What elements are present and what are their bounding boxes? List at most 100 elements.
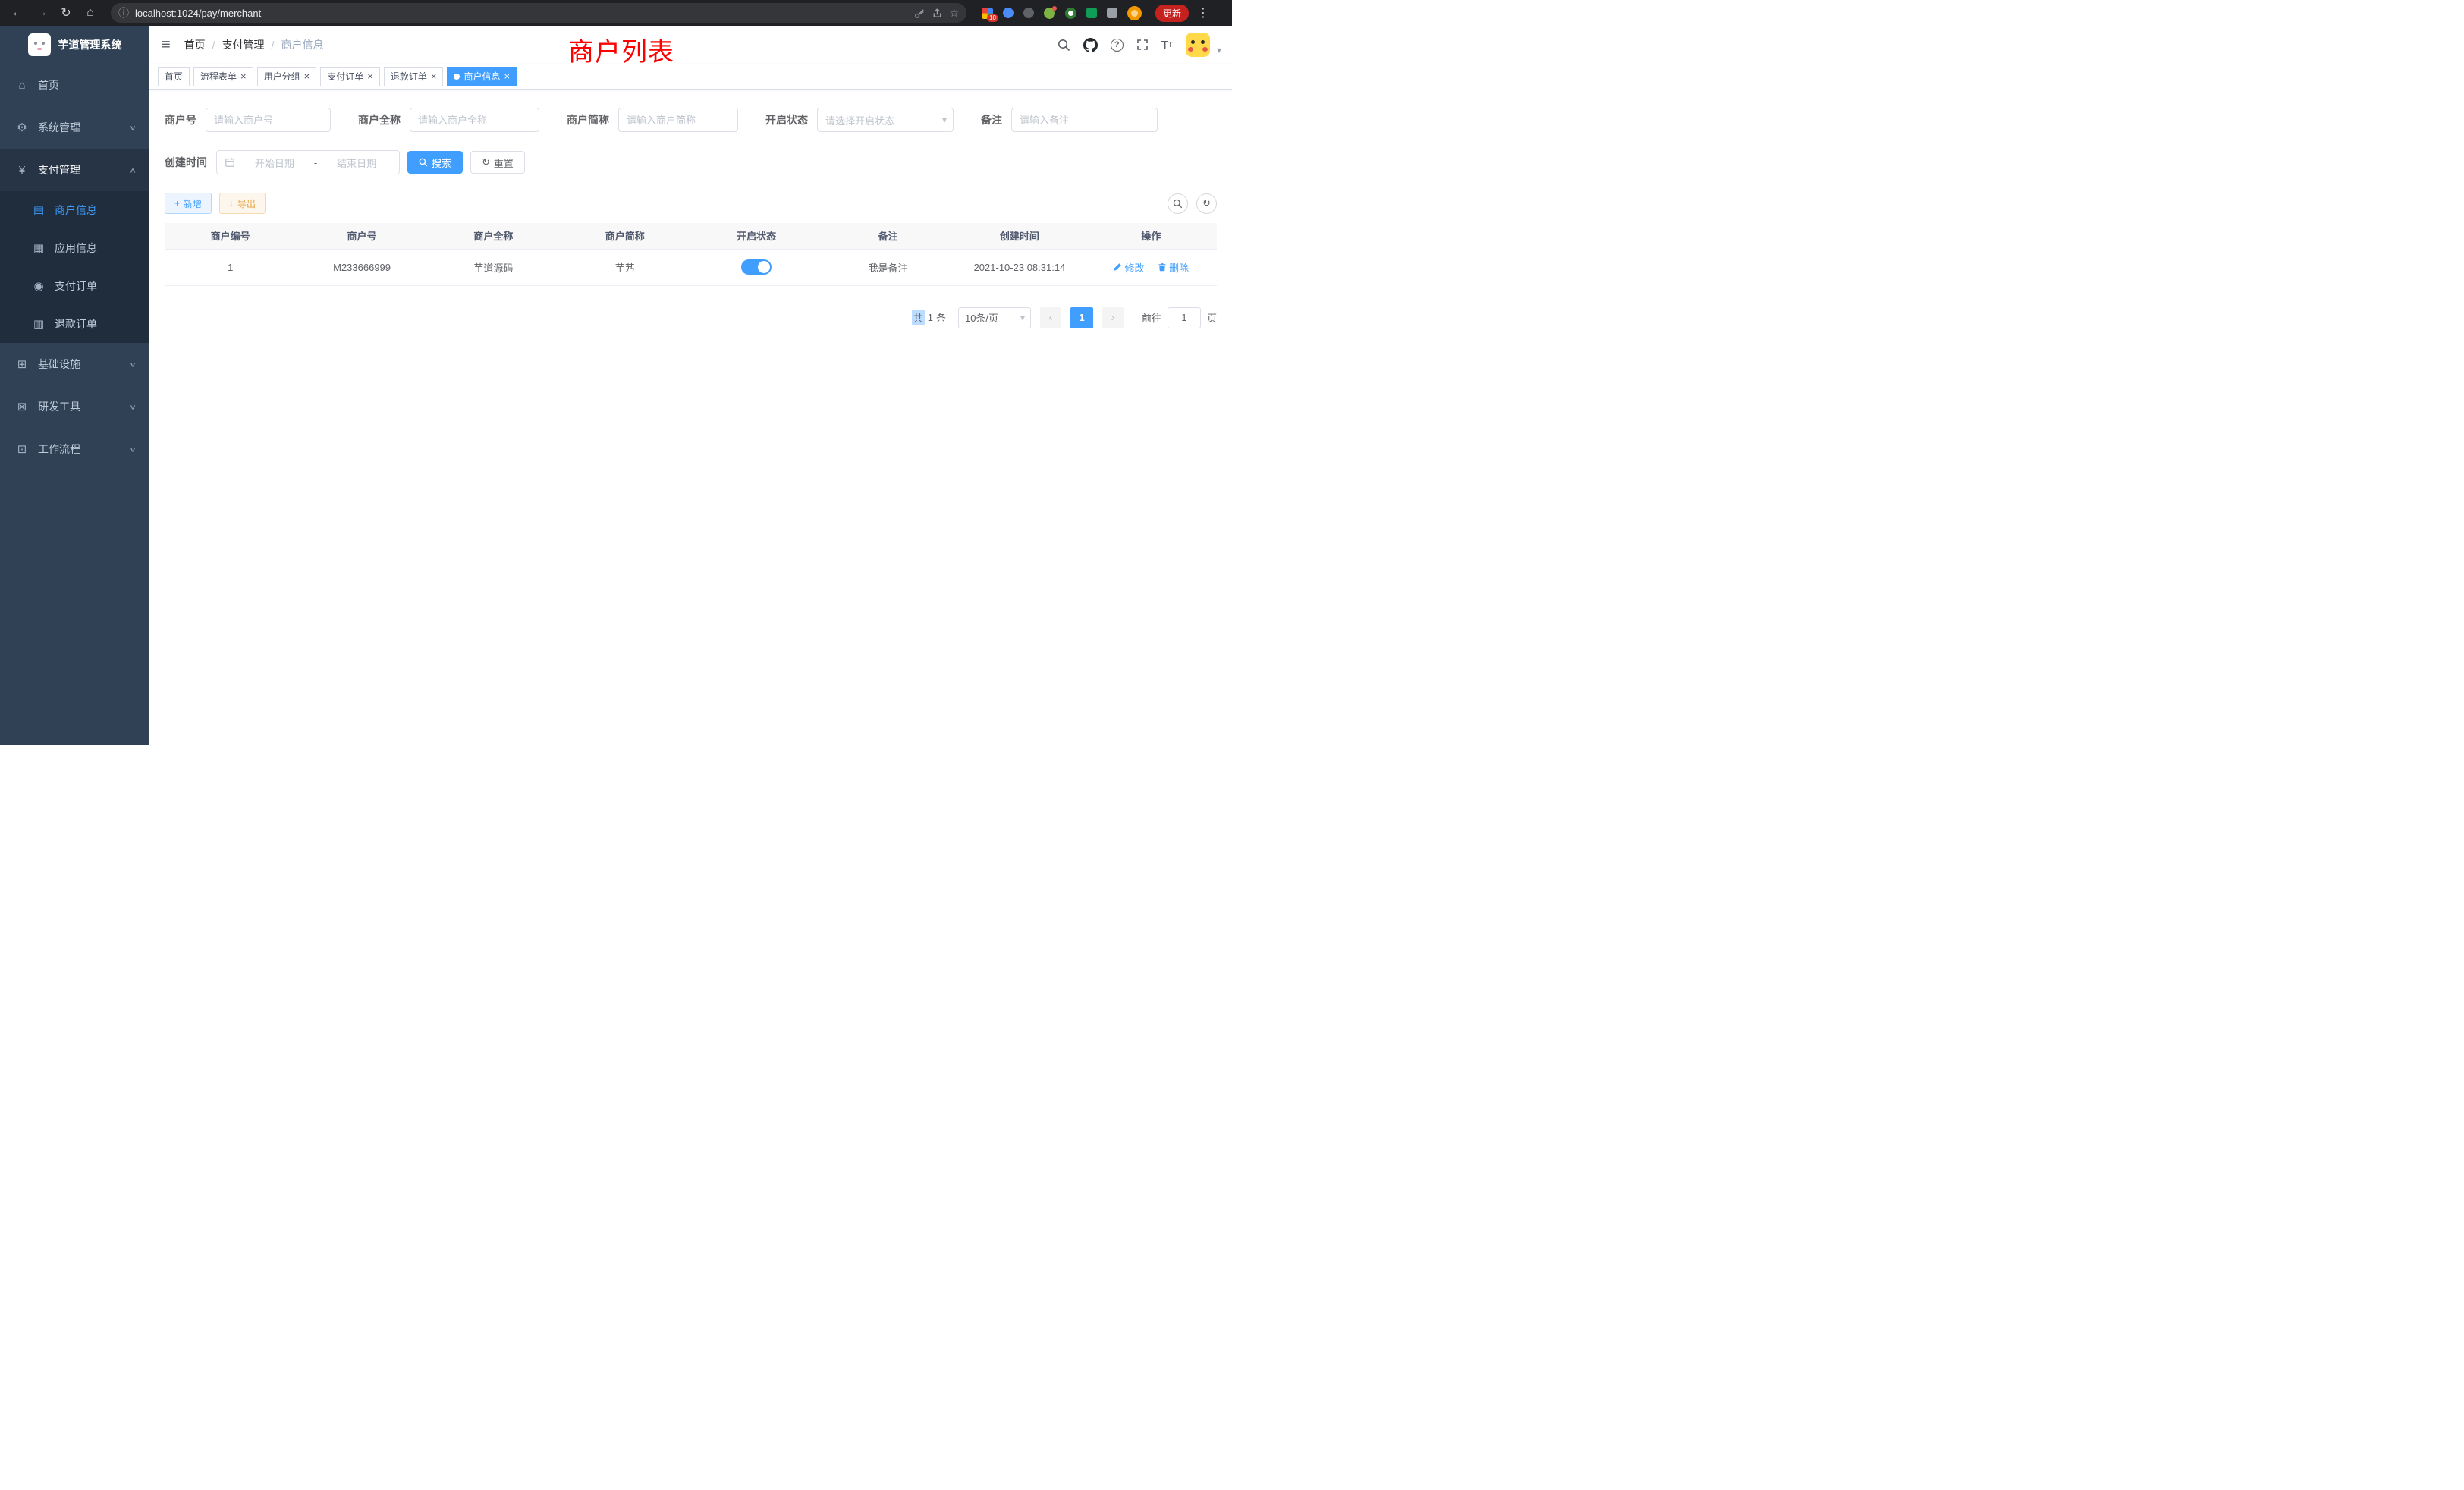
merchant-no-input[interactable]: [206, 108, 331, 132]
page-size-select[interactable]: 10条/页 ▾: [958, 307, 1031, 328]
document-icon: ▥: [32, 317, 46, 331]
extension-badge: 10: [987, 14, 998, 22]
sidebar-item-infrastructure[interactable]: ⊞ 基础设施 ∨: [0, 343, 149, 385]
breadcrumb-home[interactable]: 首页: [184, 37, 206, 52]
browser-update-button[interactable]: 更新: [1155, 5, 1189, 22]
breadcrumb-payment[interactable]: 支付管理: [222, 37, 265, 52]
bookmark-star-icon[interactable]: ☆: [949, 7, 959, 20]
next-page-button[interactable]: ›: [1102, 307, 1124, 328]
status-toggle[interactable]: [741, 259, 772, 275]
col-header: 操作: [1086, 223, 1217, 249]
toggle-search-button[interactable]: [1168, 193, 1188, 214]
extension-icon[interactable]: [1003, 8, 1014, 18]
sidebar-collapse-icon[interactable]: ≡: [162, 36, 171, 54]
close-icon[interactable]: ×: [431, 71, 437, 81]
col-header: 备注: [822, 223, 954, 249]
browser-home-icon[interactable]: ⌂: [80, 3, 100, 23]
close-icon[interactable]: ×: [367, 71, 373, 81]
sidebar-item-pay-order[interactable]: ◉ 支付订单: [0, 267, 149, 305]
breadcrumb: 首页 / 支付管理 / 商户信息: [184, 37, 324, 52]
close-icon[interactable]: ×: [304, 71, 310, 81]
extension-icon[interactable]: 10: [982, 8, 993, 19]
sidebar-item-refund-order[interactable]: ▥ 退款订单: [0, 305, 149, 343]
sidebar-item-home[interactable]: ⌂ 首页: [0, 64, 149, 106]
password-key-icon[interactable]: [914, 8, 926, 19]
sidebar-item-merchant-info[interactable]: ▤ 商户信息: [0, 191, 149, 229]
page-number-button[interactable]: 1: [1070, 307, 1093, 328]
edit-link-label: 修改: [1124, 260, 1144, 275]
back-icon[interactable]: ←: [8, 3, 27, 23]
refresh-icon: ↻: [1202, 197, 1211, 209]
font-size-icon[interactable]: TT: [1161, 39, 1173, 52]
close-icon[interactable]: ×: [240, 71, 247, 81]
date-separator: -: [314, 157, 317, 168]
extension-icon[interactable]: [1023, 8, 1034, 18]
edit-link[interactable]: 修改: [1113, 260, 1144, 275]
goto-page-input[interactable]: [1168, 307, 1201, 328]
monitor-icon: ⊞: [15, 357, 29, 371]
remark-input[interactable]: [1011, 108, 1158, 132]
sidebar-item-payment[interactable]: ¥ 支付管理 ∧: [0, 149, 149, 191]
tab-pay-order[interactable]: 支付订单 ×: [320, 67, 380, 86]
sidebar-item-app-info[interactable]: ▦ 应用信息: [0, 229, 149, 267]
sidebar-item-system[interactable]: ⚙ 系统管理 ∨: [0, 106, 149, 149]
reload-icon[interactable]: ↻: [56, 3, 76, 23]
cell-actions: 修改 删除: [1086, 249, 1217, 285]
tab-merchant-info[interactable]: 商户信息 ×: [447, 67, 517, 86]
fullscreen-icon[interactable]: [1136, 39, 1149, 51]
col-header: 创建时间: [954, 223, 1085, 249]
logo-image: [28, 33, 51, 56]
tab-refund-order[interactable]: 退款订单 ×: [384, 67, 444, 86]
github-icon[interactable]: [1083, 38, 1098, 52]
status-select[interactable]: 请选择开启状态 ▾: [817, 108, 954, 132]
reset-button-label: 重置: [494, 156, 514, 170]
chevron-up-icon: ∧: [129, 166, 137, 174]
filter-row-1: 商户号 商户全称 商户简称 开启状态 请选择开启状态 ▾: [165, 108, 1217, 132]
create-time-range-picker[interactable]: 开始日期 - 结束日期: [216, 150, 400, 174]
extension-icon[interactable]: [1086, 8, 1097, 18]
refresh-table-button[interactable]: ↻: [1196, 193, 1217, 214]
add-button[interactable]: + 新增: [165, 193, 212, 214]
close-icon[interactable]: ×: [504, 71, 510, 81]
payment-submenu: ▤ 商户信息 ▦ 应用信息 ◉ 支付订单 ▥ 退款订单: [0, 191, 149, 343]
chevron-down-icon: ∨: [129, 124, 137, 131]
tab-label: 商户信息: [464, 70, 500, 83]
tab-label: 用户分组: [264, 70, 300, 83]
breadcrumb-separator: /: [212, 39, 215, 51]
browser-menu-icon[interactable]: ⋮: [1193, 3, 1213, 23]
search-icon[interactable]: [1058, 39, 1070, 52]
forward-icon[interactable]: →: [32, 3, 52, 23]
site-info-icon[interactable]: ⓘ: [118, 5, 129, 20]
total-count: 1: [928, 312, 933, 323]
tab-label: 支付订单: [327, 70, 363, 83]
cell-remark: 我是备注: [822, 249, 954, 285]
full-name-input[interactable]: [410, 108, 539, 132]
avatar-caret-icon[interactable]: ▾: [1217, 45, 1221, 57]
extensions-pin-icon[interactable]: [1107, 8, 1117, 18]
search-button[interactable]: 搜索: [407, 151, 463, 174]
col-header: 开启状态: [691, 223, 822, 249]
prev-page-button[interactable]: ‹: [1040, 307, 1061, 328]
total-suffix: 条: [936, 310, 946, 325]
user-avatar[interactable]: [1186, 33, 1210, 57]
status-select-placeholder: 请选择开启状态: [825, 113, 894, 127]
create-time-label: 创建时间: [165, 155, 207, 170]
sidebar-item-workflow[interactable]: ⊡ 工作流程 ∨: [0, 428, 149, 470]
tab-process-form[interactable]: 流程表单 ×: [193, 67, 253, 86]
export-button[interactable]: ↓ 导出: [219, 193, 266, 214]
tab-home[interactable]: 首页: [158, 67, 190, 86]
app-logo[interactable]: 芋道管理系统: [0, 26, 149, 64]
extension-icon[interactable]: [1065, 8, 1076, 19]
short-name-input[interactable]: [618, 108, 738, 132]
tab-user-group[interactable]: 用户分组 ×: [257, 67, 317, 86]
profile-avatar[interactable]: [1127, 6, 1142, 20]
download-icon: ↓: [229, 198, 234, 209]
extension-icon[interactable]: [1044, 8, 1055, 19]
delete-link[interactable]: 删除: [1158, 260, 1189, 275]
address-bar[interactable]: ⓘ localhost:1024/pay/merchant ☆: [111, 3, 966, 23]
reset-button[interactable]: ↻ 重置: [470, 151, 525, 174]
sidebar-item-dev-tools[interactable]: ⊠ 研发工具 ∨: [0, 385, 149, 428]
share-icon[interactable]: [932, 8, 943, 19]
help-icon[interactable]: ?: [1111, 39, 1124, 52]
full-name-label: 商户全称: [358, 112, 401, 127]
